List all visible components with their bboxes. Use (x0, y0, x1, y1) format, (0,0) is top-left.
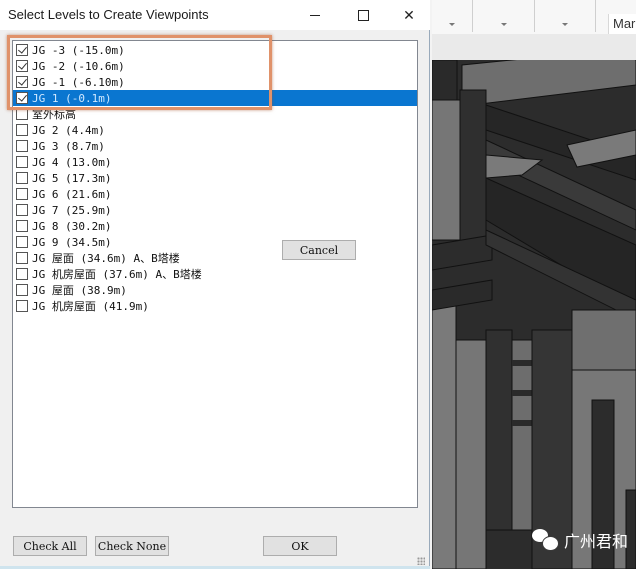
maximize-icon (357, 9, 369, 21)
level-label: JG 机房屋面 (37.6m) A、B塔楼 (32, 268, 202, 281)
level-list-item[interactable]: 室外标高 (13, 106, 417, 122)
level-label: JG 3 (8.7m) (32, 139, 105, 153)
level-checkbox[interactable] (16, 204, 28, 216)
level-checkbox[interactable] (16, 60, 28, 72)
level-label: JG -2 (-10.6m) (32, 59, 125, 73)
level-list-item[interactable]: JG 9 (34.5m) (13, 234, 417, 250)
level-label: JG 6 (21.6m) (32, 187, 112, 201)
level-label: JG -3 (-15.0m) (32, 43, 125, 57)
level-list-item[interactable]: JG 3 (8.7m) (13, 138, 417, 154)
dialog-title: Select Levels to Create Viewpoints (8, 7, 209, 22)
check-all-button[interactable]: Check All (13, 536, 87, 556)
minimize-button[interactable] (292, 0, 338, 30)
level-list-item[interactable]: JG 屋面 (34.6m) A、B塔楼 (13, 250, 417, 266)
level-list-item[interactable]: JG 2 (4.4m) (13, 122, 417, 138)
select-levels-dialog: Select Levels to Create Viewpoints ✕ JG … (0, 0, 430, 569)
level-list-item[interactable]: JG 4 (13.0m) (13, 154, 417, 170)
toolbar-dropdown[interactable] (473, 0, 535, 32)
markup-tab[interactable]: Markl (608, 14, 636, 34)
dropdown-arrow-icon (449, 23, 455, 26)
level-list-item[interactable]: JG 机房屋面 (37.6m) A、B塔楼 (13, 266, 417, 282)
dropdown-arrow-icon (562, 23, 568, 26)
level-label: JG 5 (17.3m) (32, 171, 112, 185)
level-list-item[interactable]: JG 1 (-0.1m) (13, 90, 417, 106)
level-label: JG 9 (34.5m) (32, 235, 112, 249)
level-checkbox[interactable] (16, 284, 28, 296)
level-checkbox[interactable] (16, 156, 28, 168)
level-list-item[interactable]: JG 7 (25.9m) (13, 202, 417, 218)
toolbar-dropdown[interactable] (432, 0, 473, 32)
watermark: 广州君和 (532, 528, 628, 552)
level-label: JG 屋面 (38.9m) (32, 284, 127, 297)
level-checkbox[interactable] (16, 188, 28, 200)
levels-listbox[interactable]: JG -3 (-15.0m) JG -2 (-10.6m) JG -1 (-6.10… (12, 40, 418, 508)
level-label: JG -1 (-6.10m) (32, 75, 125, 89)
level-list-item[interactable]: JG 屋面 (38.9m) (13, 282, 417, 298)
level-label: JG 8 (30.2m) (32, 219, 112, 233)
structure-render (432, 60, 636, 569)
level-checkbox[interactable] (16, 172, 28, 184)
level-checkbox[interactable] (16, 252, 28, 264)
background-toolbar: Markl (432, 0, 636, 35)
level-list-item[interactable]: JG 5 (17.3m) (13, 170, 417, 186)
level-label: 室外标高 (32, 108, 76, 121)
level-list-item[interactable]: JG -2 (-10.6m) (13, 58, 417, 74)
level-label: JG 1 (-0.1m) (32, 91, 112, 105)
ribbon-band (432, 34, 636, 60)
level-list-item[interactable]: JG -3 (-15.0m) (13, 42, 417, 58)
level-label: JG 7 (25.9m) (32, 203, 112, 217)
level-checkbox[interactable] (16, 92, 28, 104)
close-icon: ✕ (403, 6, 415, 23)
minimize-icon (310, 14, 320, 16)
maximize-button[interactable] (340, 0, 386, 30)
level-checkbox[interactable] (16, 124, 28, 136)
level-list-item[interactable]: JG 6 (21.6m) (13, 186, 417, 202)
close-button[interactable]: ✕ (386, 0, 432, 30)
check-none-button[interactable]: Check None (95, 536, 169, 556)
level-checkbox[interactable] (16, 268, 28, 280)
level-checkbox[interactable] (16, 108, 28, 120)
toolbar-dropdown[interactable] (535, 0, 596, 32)
background-application: Markl (420, 0, 636, 569)
level-list-item[interactable]: JG 机房屋面 (41.9m) (13, 298, 417, 314)
level-checkbox[interactable] (16, 236, 28, 248)
wechat-icon (532, 529, 559, 551)
level-label: JG 机房屋面 (41.9m) (32, 300, 149, 313)
cancel-button[interactable]: Cancel (282, 240, 356, 260)
level-checkbox[interactable] (16, 140, 28, 152)
ok-button[interactable]: OK (263, 536, 337, 556)
level-checkbox[interactable] (16, 44, 28, 56)
level-checkbox[interactable] (16, 300, 28, 312)
level-checkbox[interactable] (16, 76, 28, 88)
level-label: JG 屋面 (34.6m) A、B塔楼 (32, 252, 180, 265)
level-checkbox[interactable] (16, 220, 28, 232)
title-bar[interactable]: Select Levels to Create Viewpoints ✕ (0, 0, 430, 30)
resize-grip[interactable] (417, 557, 425, 565)
level-label: JG 2 (4.4m) (32, 123, 105, 137)
3d-viewport[interactable]: 广州君和 (432, 60, 636, 569)
level-list-item[interactable]: JG 8 (30.2m) (13, 218, 417, 234)
watermark-text: 广州君和 (564, 534, 629, 551)
level-list-item[interactable]: JG -1 (-6.10m) (13, 74, 417, 90)
level-label: JG 4 (13.0m) (32, 155, 112, 169)
dropdown-arrow-icon (500, 23, 507, 26)
